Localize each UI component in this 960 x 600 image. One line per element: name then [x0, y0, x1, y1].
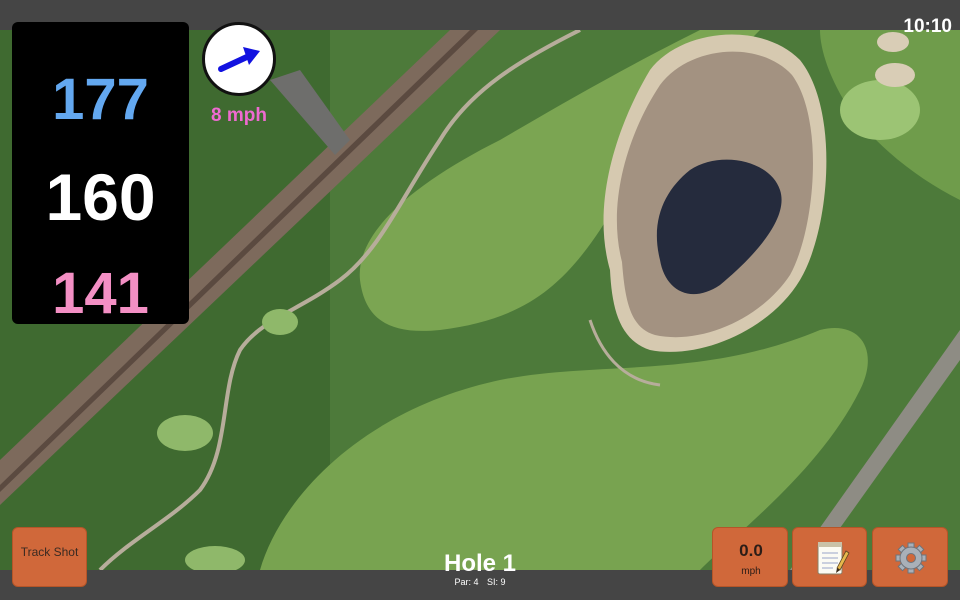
hole-info: Par: 4 SI: 9	[380, 577, 580, 587]
settings-button[interactable]	[872, 527, 948, 587]
middle-distance: 160	[45, 160, 156, 234]
gear-icon	[895, 542, 927, 574]
wind-arrow-icon	[218, 47, 260, 72]
back-distance: 177	[52, 67, 149, 132]
wind-speed: 8 mph	[211, 105, 267, 126]
track-shot-button[interactable]: Track Shot	[12, 527, 87, 587]
wind-direction-dial	[202, 22, 276, 96]
shot-speed-button[interactable]: 0.0 mph	[712, 527, 788, 587]
hole-par: Par: 4	[454, 577, 479, 587]
front-distance: 141	[52, 261, 149, 326]
notepad-icon	[817, 542, 850, 575]
clock-time: 10:10	[903, 16, 952, 37]
notes-button[interactable]	[792, 527, 867, 587]
shot-speed-unit: mph	[741, 566, 761, 577]
hole-title: Hole 1	[443, 550, 517, 577]
distance-panel: 177 160 141	[12, 22, 189, 326]
shot-speed-value: 0.0	[739, 541, 763, 560]
hole-stroke-index: SI: 9	[487, 577, 506, 587]
